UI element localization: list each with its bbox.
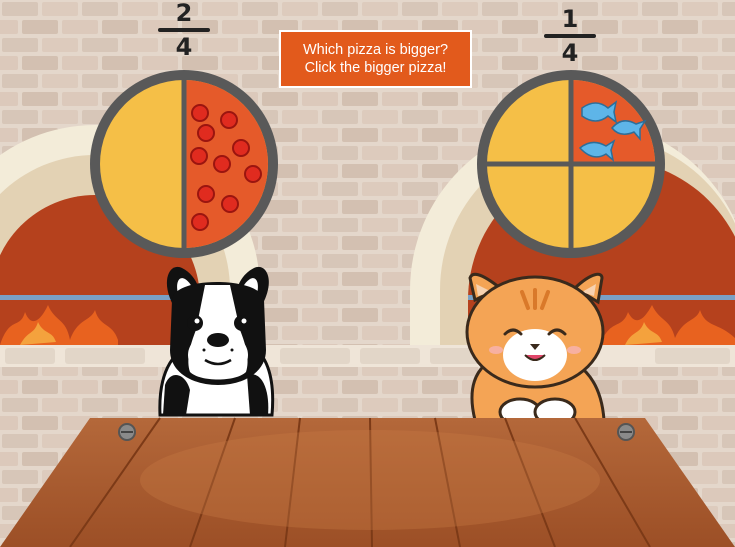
- pizza-left-button[interactable]: [90, 70, 278, 258]
- question-prompt: Which pizza is bigger? Click the bigger …: [279, 30, 472, 88]
- fraction-denominator: 4: [561, 39, 579, 67]
- fraction-numerator: 2: [175, 0, 193, 27]
- fraction-denominator: 4: [175, 33, 193, 61]
- fraction-label-right: 1 4: [540, 6, 600, 66]
- game-stage: 2 4 1 4 Which pizza is bigger? Click the…: [0, 0, 735, 547]
- table: [0, 417, 735, 547]
- pizza-right-button[interactable]: [478, 70, 666, 258]
- fraction-label-left: 2 4: [154, 0, 214, 60]
- dog-character: [158, 266, 275, 417]
- fraction-bar: [158, 28, 210, 32]
- fraction-numerator: 1: [561, 5, 579, 33]
- cat-character: [465, 272, 606, 427]
- prompt-line-2: Click the bigger pizza!: [304, 60, 447, 76]
- prompt-line-1: Which pizza is bigger?: [302, 42, 449, 58]
- fraction-bar: [544, 34, 596, 38]
